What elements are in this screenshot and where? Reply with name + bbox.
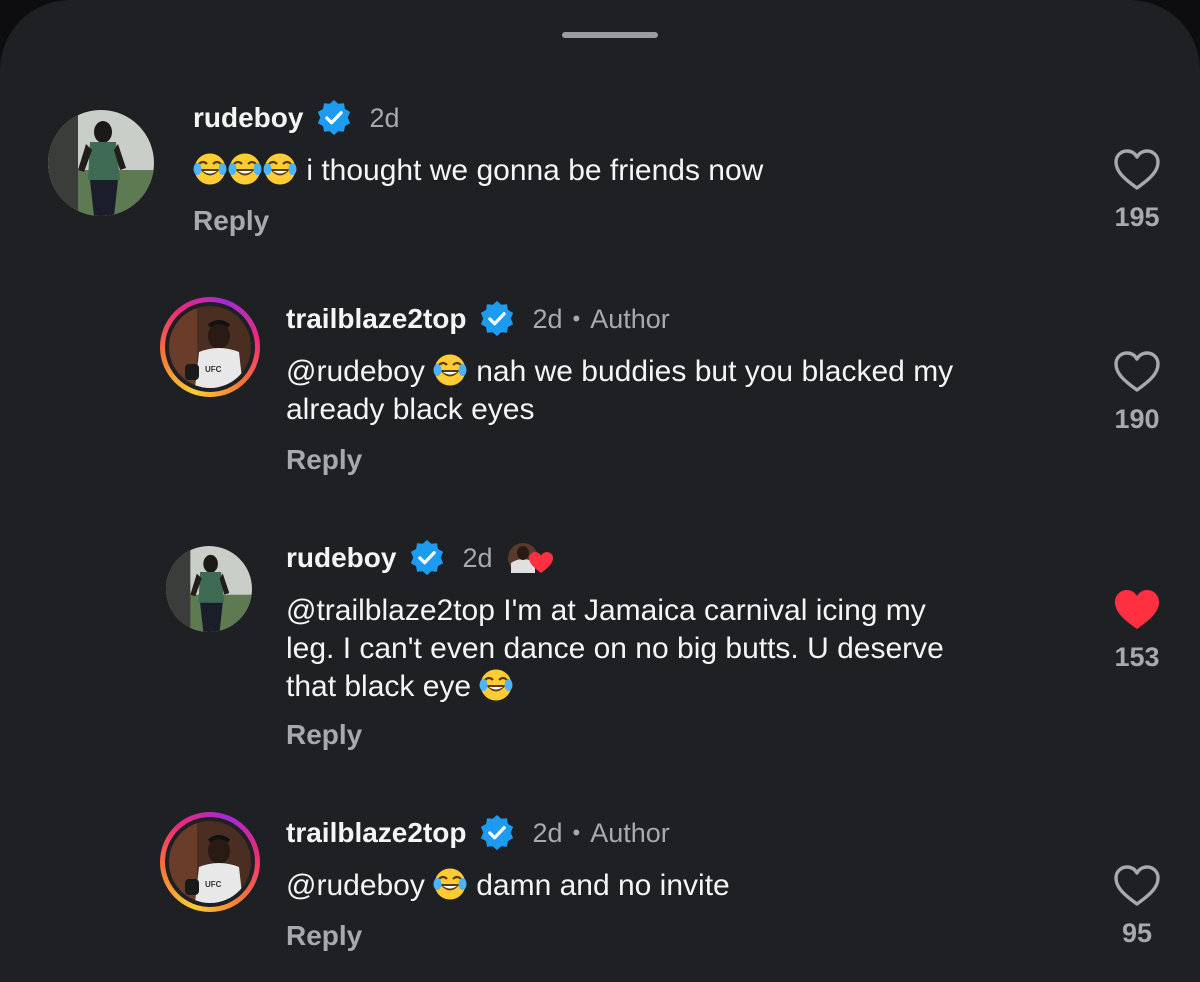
comments-sheet: rudeboy 2d i thought we gonna be friends… <box>0 0 1200 982</box>
comment-text: @trailblaze2top I'm at Jamaica carnival … <box>286 592 944 706</box>
verified-badge-icon <box>478 814 516 852</box>
avatar[interactable]: UFC <box>160 812 260 912</box>
comment-text-line: leg. I can't even dance on no big butts.… <box>286 632 944 665</box>
comment-text: i thought we gonna be friends now <box>193 152 763 190</box>
heart-outline-icon <box>1114 351 1160 392</box>
like-button[interactable]: 95 <box>1107 864 1167 949</box>
comment-time: 2d <box>532 303 563 334</box>
face-with-tears-of-joy-icon <box>433 867 467 901</box>
separator-dot: • <box>572 306 581 331</box>
reply-button[interactable]: Reply <box>286 920 362 952</box>
like-count: 195 <box>1114 202 1160 232</box>
author-label: Author <box>590 303 670 334</box>
like-button[interactable]: 153 <box>1107 588 1167 673</box>
comment-time: 2d <box>369 102 400 133</box>
heart-filled-icon <box>1115 590 1159 629</box>
like-button[interactable]: 195 <box>1107 148 1167 233</box>
comment-username[interactable]: trailblaze2top <box>286 817 466 849</box>
svg-text:UFC: UFC <box>205 880 222 889</box>
comment-time: 2d <box>462 542 493 573</box>
comment-text-line: nah we buddies but you blacked my <box>467 355 954 388</box>
separator-dot: • <box>572 820 581 845</box>
sheet-drag-handle[interactable] <box>562 32 658 38</box>
heart-outline-icon <box>1114 865 1160 906</box>
verified-badge-icon <box>315 99 353 137</box>
like-button[interactable]: 190 <box>1107 350 1167 435</box>
face-with-tears-of-joy-icon <box>479 668 513 702</box>
comment-time: 2d <box>532 817 563 848</box>
like-count: 153 <box>1114 642 1160 672</box>
comment-text-content: i thought we gonna be friends now <box>298 154 764 187</box>
author-liked-heart-icon <box>505 539 557 577</box>
avatar[interactable]: UFC <box>160 297 260 397</box>
face-with-tears-of-joy-icon <box>433 353 467 387</box>
face-with-tears-of-joy-icon <box>228 152 262 186</box>
mention-link[interactable]: @rudeboy <box>286 869 425 902</box>
comment-text-line: already black eyes <box>286 393 535 426</box>
heart-outline-icon <box>1114 149 1160 190</box>
comment-username[interactable]: trailblaze2top <box>286 303 466 335</box>
comment-text: @rudeboy nah we buddies but you blacked … <box>286 353 953 429</box>
svg-text:UFC: UFC <box>205 365 222 374</box>
verified-badge-icon <box>408 539 446 577</box>
like-count: 95 <box>1121 918 1153 948</box>
comment-text-content: damn and no invite <box>467 869 730 902</box>
reply-button[interactable]: Reply <box>286 719 362 751</box>
reply-button[interactable]: Reply <box>286 444 362 476</box>
face-with-tears-of-joy-icon <box>263 152 297 186</box>
comment-text-line: that black eye <box>286 670 480 703</box>
author-label: Author <box>590 817 670 848</box>
comment-username[interactable]: rudeboy <box>286 542 396 574</box>
mention-link[interactable]: @trailblaze2top <box>286 594 495 627</box>
verified-badge-icon <box>478 300 516 338</box>
comment-username[interactable]: rudeboy <box>193 102 303 134</box>
comment-text: @rudeboy damn and no invite <box>286 867 730 905</box>
avatar[interactable] <box>166 546 252 632</box>
like-count: 190 <box>1114 404 1160 434</box>
comment-text-line: I'm at Jamaica carnival icing my <box>494 594 926 627</box>
mention-link[interactable]: @rudeboy <box>286 355 425 388</box>
avatar[interactable] <box>48 110 154 216</box>
reply-button[interactable]: Reply <box>193 205 269 237</box>
face-with-tears-of-joy-icon <box>193 152 227 186</box>
